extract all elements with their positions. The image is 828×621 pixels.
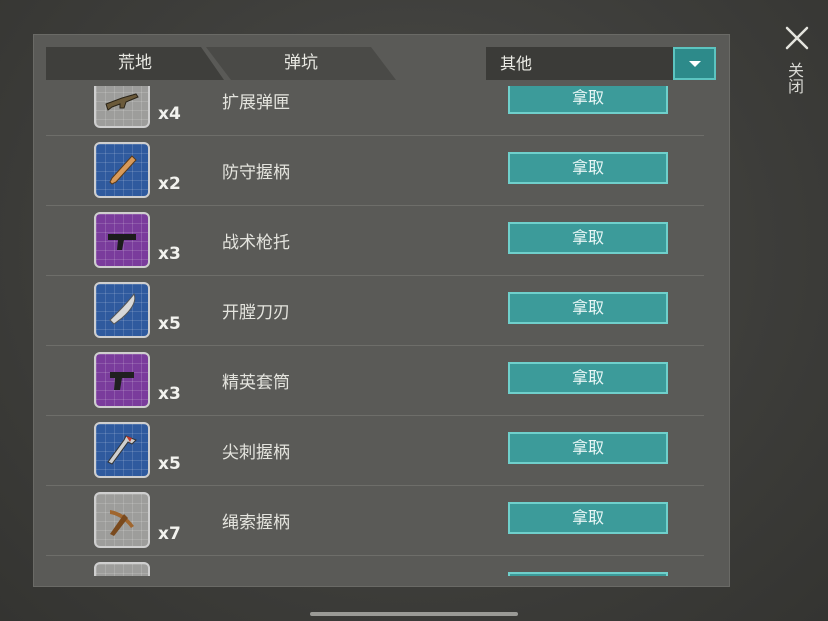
- item-quantity: x7: [158, 524, 181, 544]
- item-quantity: x2: [158, 174, 181, 194]
- item-quantity: x5: [158, 314, 181, 334]
- filter-dropdown[interactable]: 其他: [486, 47, 716, 80]
- item-name: 尖刺握柄: [222, 443, 290, 463]
- item-list[interactable]: x4 扩展弹匣 拿取 x2 防守握柄 拿取 x3 战术枪托 拿取 x5 开膛刀刃…: [46, 86, 716, 576]
- pistol-icon: [94, 352, 150, 408]
- item-name: 绳索握柄: [222, 513, 290, 533]
- list-item: x5 尖刺握柄 拿取: [46, 416, 704, 486]
- tab-crater[interactable]: 弹坑: [206, 47, 396, 80]
- item-quantity: x3: [158, 384, 181, 404]
- item-quantity: x3: [158, 244, 181, 264]
- take-button[interactable]: 拿取: [508, 292, 668, 324]
- list-item: x4 扩展弹匣 拿取: [46, 86, 704, 136]
- home-indicator: [310, 612, 518, 616]
- hammer-icon: [94, 422, 150, 478]
- tab-bar: 荒地 弹坑 其他: [46, 47, 716, 80]
- list-item: x3 精英套筒 拿取: [46, 346, 704, 416]
- list-item: x7 绳索握柄 拿取: [46, 486, 704, 556]
- item-name: 战术枪托: [222, 233, 290, 253]
- take-button[interactable]: 拿取: [508, 222, 668, 254]
- item-name: 扩展弹匣: [222, 93, 290, 113]
- take-button[interactable]: 拿取: [508, 362, 668, 394]
- assault-rifle-icon: [94, 86, 150, 128]
- baseball-bat-icon: [94, 142, 150, 198]
- list-item: x5 开膛刀刃 拿取: [46, 276, 704, 346]
- take-button[interactable]: 拿取: [508, 502, 668, 534]
- item-icon: [94, 562, 150, 576]
- take-button[interactable]: 拿取: [508, 86, 668, 114]
- take-button[interactable]: 拿取: [508, 152, 668, 184]
- pickaxe-icon: [94, 492, 150, 548]
- list-item: x2 防守握柄 拿取: [46, 136, 704, 206]
- list-item: 拿取: [46, 556, 704, 576]
- tab-wasteland[interactable]: 荒地: [46, 47, 224, 80]
- loot-panel: 荒地 弹坑 其他 x4 扩展弹匣 拿取 x2 防守握柄 拿取 x3 战术枪托 拿…: [33, 34, 730, 587]
- item-name: 防守握柄: [222, 163, 290, 183]
- smg-icon: [94, 212, 150, 268]
- item-name: 精英套筒: [222, 373, 290, 393]
- filter-value: 其他: [500, 54, 533, 73]
- close-icon[interactable]: [783, 24, 811, 52]
- item-name: 开膛刀刃: [222, 303, 290, 323]
- item-quantity: x4: [158, 104, 181, 124]
- list-item: x3 战术枪托 拿取: [46, 206, 704, 276]
- machete-icon: [94, 282, 150, 338]
- take-button[interactable]: 拿取: [508, 432, 668, 464]
- close-label[interactable]: 关闭: [785, 62, 806, 94]
- take-button[interactable]: 拿取: [508, 572, 668, 576]
- item-quantity: x5: [158, 454, 181, 474]
- chevron-down-icon[interactable]: [673, 47, 716, 80]
